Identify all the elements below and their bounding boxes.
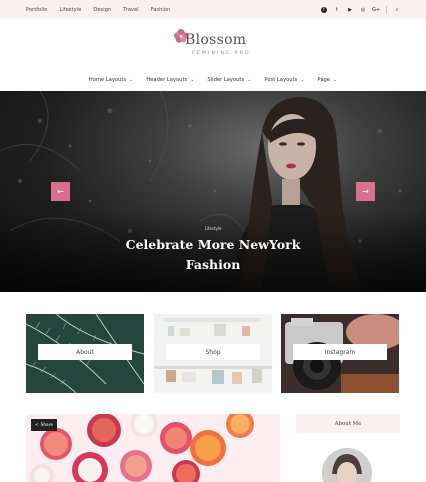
- chevron-down-icon: ⌄: [247, 77, 252, 83]
- avatar: [322, 448, 372, 482]
- top-navigation: Portfolio Lifestyle Design Travel Fashio…: [26, 0, 170, 19]
- slider-prev-button[interactable]: ←: [51, 182, 70, 201]
- top-nav-lifestyle[interactable]: Lifestyle: [59, 7, 81, 13]
- tile-instagram[interactable]: Instagram: [281, 314, 399, 393]
- nav-slider-layouts[interactable]: Slider Layouts ⌄: [207, 74, 251, 86]
- instagram-icon[interactable]: ◎: [360, 7, 366, 13]
- chevron-down-icon: ⌄: [129, 77, 134, 83]
- nav-label: Home Layouts: [88, 77, 127, 83]
- site-title: Blossom: [185, 32, 247, 48]
- top-nav-design[interactable]: Design: [93, 7, 111, 13]
- twitter-icon[interactable]: t: [334, 7, 340, 13]
- share-button[interactable]: < Share: [31, 419, 58, 431]
- nav-label: Page: [317, 77, 330, 83]
- chevron-down-icon: ⌄: [190, 77, 195, 83]
- social-links: f t ▶ ◎ G+ ⌕: [321, 0, 400, 19]
- top-bar: Portfolio Lifestyle Design Travel Fashio…: [0, 0, 426, 19]
- search-icon[interactable]: ⌕: [394, 7, 400, 13]
- nav-page[interactable]: Page ⌄: [317, 74, 337, 86]
- nav-label: Header Layouts: [146, 77, 188, 83]
- featured-post-image[interactable]: [26, 414, 280, 482]
- tile-label: Shop: [166, 344, 260, 360]
- chevron-down-icon: ⌄: [300, 77, 305, 83]
- main-navigation: Home Layouts ⌄ Header Layouts ⌄ Slider L…: [0, 74, 426, 86]
- top-nav-fashion[interactable]: Fashion: [151, 7, 171, 13]
- slider-next-button[interactable]: →: [356, 182, 375, 201]
- tile-label: About: [38, 344, 132, 360]
- nav-post-layouts[interactable]: Post Layouts ⌄: [264, 74, 304, 86]
- nav-label: Post Layouts: [264, 77, 298, 83]
- author-photo: [322, 448, 372, 482]
- top-nav-portfolio[interactable]: Portfolio: [26, 7, 47, 13]
- nav-header-layouts[interactable]: Header Layouts ⌄: [146, 74, 194, 86]
- share-label: Share: [40, 422, 54, 428]
- site-tagline: FEMININE PRO: [192, 51, 251, 56]
- slide-title[interactable]: Celebrate More NewYork Fashion: [113, 235, 313, 275]
- nav-home-layouts[interactable]: Home Layouts ⌄: [89, 74, 134, 86]
- facebook-icon[interactable]: f: [321, 6, 327, 13]
- chevron-down-icon: ⌄: [332, 77, 338, 83]
- tile-about[interactable]: About: [26, 314, 144, 393]
- tile-shop[interactable]: Shop: [154, 314, 272, 393]
- share-icon: <: [35, 422, 39, 428]
- youtube-icon[interactable]: ▶: [347, 7, 353, 13]
- about-me-widget-title: About Me: [296, 414, 400, 433]
- google-plus-icon[interactable]: G+: [372, 7, 380, 13]
- site-logo[interactable]: Blossom FEMININE PRO: [160, 26, 270, 60]
- tile-label: Instagram: [293, 344, 387, 360]
- slide-category[interactable]: Lifestyle: [0, 226, 426, 231]
- fruit-photo: [26, 414, 280, 482]
- top-nav-travel[interactable]: Travel: [123, 7, 138, 13]
- nav-label: Slider Layouts: [207, 77, 245, 83]
- divider: [386, 5, 387, 14]
